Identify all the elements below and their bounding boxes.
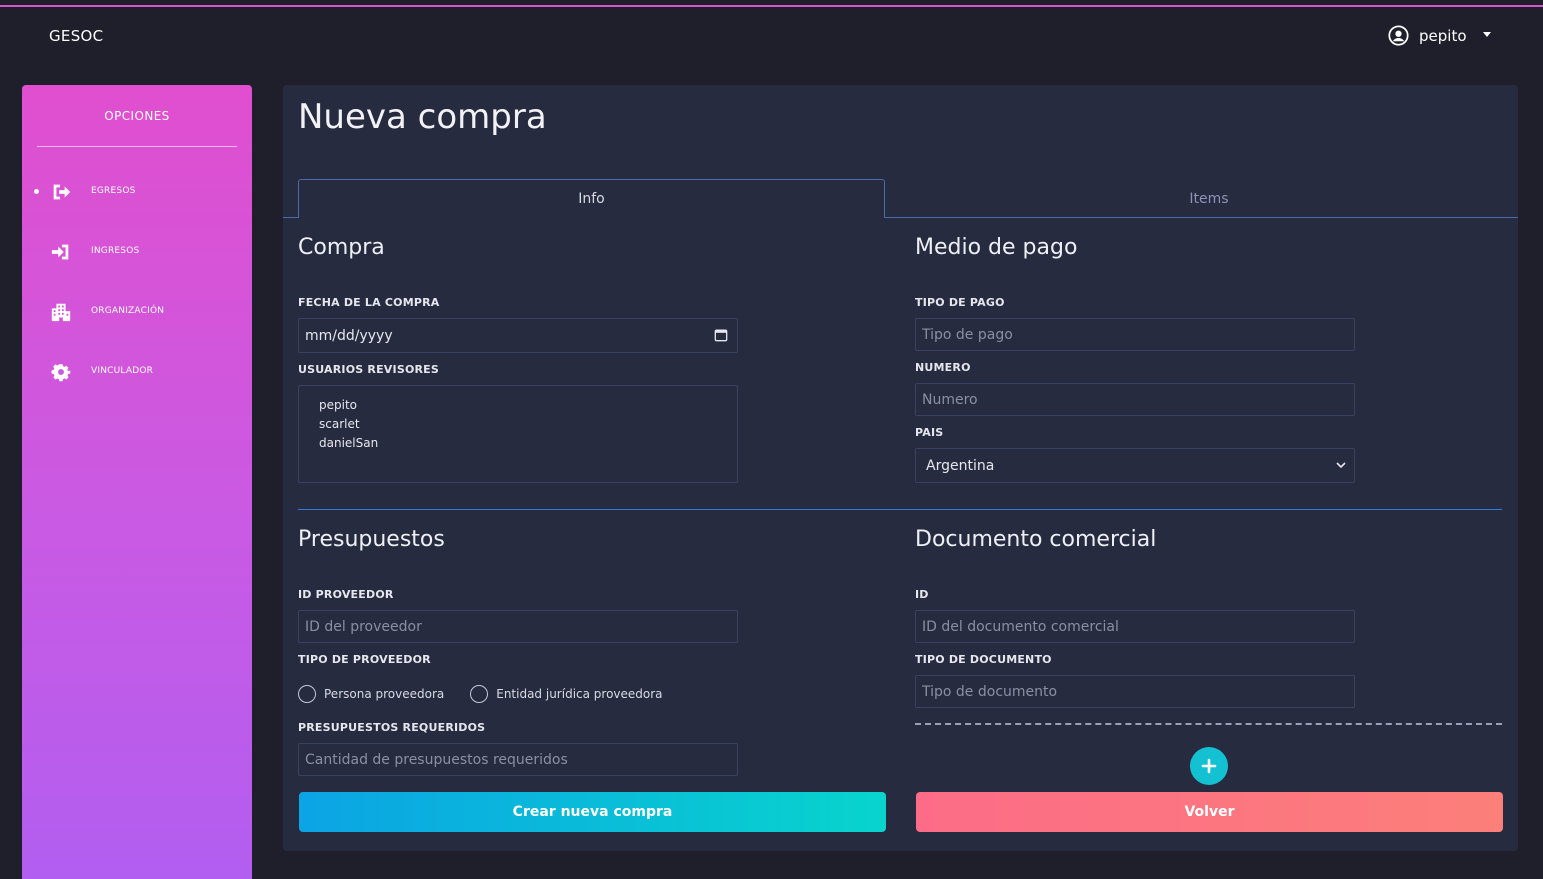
plus-icon xyxy=(1201,758,1217,774)
active-indicator xyxy=(34,189,39,194)
section-divider xyxy=(298,509,1502,510)
usuarios-revisores-list[interactable]: pepito scarlet danielSan xyxy=(298,385,738,483)
tipo-documento-label: TIPO DE DOCUMENTO xyxy=(915,653,1052,666)
radio-entidad-label[interactable]: Entidad jurídica proveedora xyxy=(496,687,662,701)
id-documento-label: ID xyxy=(915,588,929,601)
numero-input[interactable]: Numero xyxy=(915,383,1355,416)
fecha-value: mm/dd/yyyy xyxy=(305,327,393,344)
tipo-pago-label: TIPO DE PAGO xyxy=(915,296,1005,309)
numero-label: NUMERO xyxy=(915,361,971,374)
building-icon xyxy=(51,303,71,322)
section-medio-pago-heading: Medio de pago xyxy=(915,235,1078,260)
presupuestos-requeridos-input[interactable]: Cantidad de presupuestos requeridos xyxy=(298,743,738,776)
list-item[interactable]: pepito xyxy=(319,396,717,415)
id-documento-input[interactable]: ID del documento comercial xyxy=(915,610,1355,643)
sidebar-item-label: VINCULADOR xyxy=(91,366,154,376)
chevron-down-icon xyxy=(1482,32,1491,37)
sidebar-item-vinculador[interactable]: VINCULADOR xyxy=(22,356,252,386)
page-title: Nueva compra xyxy=(298,97,547,137)
radio-persona[interactable] xyxy=(298,685,316,703)
sidebar-item-ingresos[interactable]: INGRESOS xyxy=(22,236,252,266)
create-compra-button[interactable]: Crear nueva compra xyxy=(299,792,886,832)
sign-in-icon xyxy=(51,244,69,260)
sidebar: OPCIONES EGRESOS INGRESOS ORGANIZACIÓN V… xyxy=(22,85,252,879)
gear-icon xyxy=(51,364,71,382)
section-documento-heading: Documento comercial xyxy=(915,527,1157,552)
presupuestos-requeridos-label: PRESUPUESTOS REQUERIDOS xyxy=(298,721,486,734)
tab-items[interactable]: Items xyxy=(885,179,1533,218)
list-item[interactable]: danielSan xyxy=(319,434,717,453)
tab-info[interactable]: Info xyxy=(298,179,885,218)
pais-selected-value: Argentina xyxy=(926,457,995,474)
brand-logo[interactable]: GESOC xyxy=(49,27,103,45)
tipo-pago-input[interactable]: Tipo de pago xyxy=(915,318,1355,351)
calendar-icon[interactable] xyxy=(714,328,728,342)
top-navbar: GESOC pepito xyxy=(0,7,1543,63)
sidebar-item-label: ORGANIZACIÓN xyxy=(91,306,165,316)
pais-select[interactable]: Argentina xyxy=(915,448,1355,483)
tipo-proveedor-radio-group: Persona proveedora Entidad jurídica prov… xyxy=(298,685,689,703)
back-button[interactable]: Volver xyxy=(916,792,1503,832)
user-avatar-icon xyxy=(1388,25,1409,46)
radio-persona-label[interactable]: Persona proveedora xyxy=(324,687,444,701)
main-panel: Nueva compra Info Items Compra FECHA DE … xyxy=(283,85,1518,851)
tipo-proveedor-label: TIPO DE PROVEEDOR xyxy=(298,653,431,666)
sidebar-item-label: EGRESOS xyxy=(91,186,136,196)
sidebar-divider xyxy=(37,146,237,147)
sidebar-title: OPCIONES xyxy=(104,109,170,123)
pais-label: PAIS xyxy=(915,426,944,439)
sign-out-icon xyxy=(53,184,71,200)
sidebar-item-organizacion[interactable]: ORGANIZACIÓN xyxy=(22,296,252,326)
list-item[interactable]: scarlet xyxy=(319,415,717,434)
chevron-down-icon xyxy=(1336,462,1346,469)
sidebar-item-label: INGRESOS xyxy=(91,246,140,256)
sidebar-item-egresos[interactable]: EGRESOS xyxy=(22,176,252,206)
documento-divider xyxy=(915,723,1502,725)
section-compra-heading: Compra xyxy=(298,235,385,260)
user-name: pepito xyxy=(1419,26,1467,45)
id-proveedor-input[interactable]: ID del proveedor xyxy=(298,610,738,643)
section-presupuestos-heading: Presupuestos xyxy=(298,527,445,552)
fecha-label: FECHA DE LA COMPRA xyxy=(298,296,440,309)
id-proveedor-label: ID PROVEEDOR xyxy=(298,588,394,601)
tipo-documento-input[interactable]: Tipo de documento xyxy=(915,675,1355,708)
fecha-compra-input[interactable]: mm/dd/yyyy xyxy=(298,318,738,353)
add-documento-button[interactable] xyxy=(1190,747,1228,785)
usuarios-label: USUARIOS REVISORES xyxy=(298,363,439,376)
radio-entidad[interactable] xyxy=(470,685,489,703)
user-menu[interactable]: pepito xyxy=(1388,25,1491,46)
